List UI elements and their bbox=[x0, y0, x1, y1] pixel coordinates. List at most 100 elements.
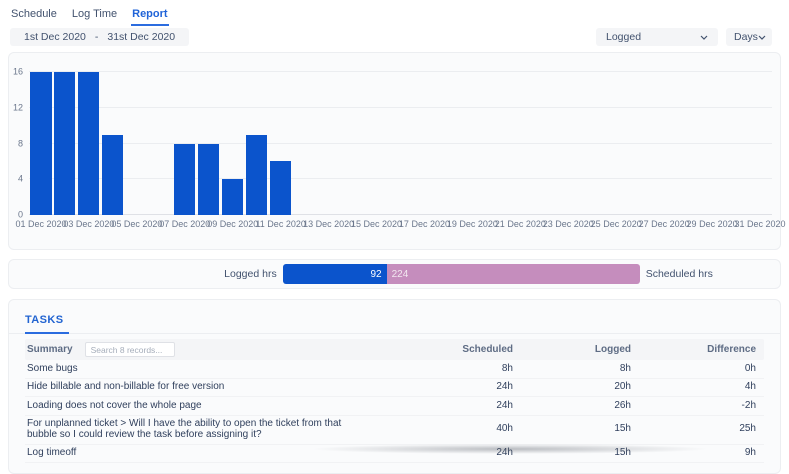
table-row[interactable]: Some bugs8h8h0h bbox=[25, 360, 764, 379]
logged-cell: 20h bbox=[521, 382, 639, 393]
difference-cell: 4h bbox=[639, 382, 764, 393]
bar-slot bbox=[460, 72, 484, 215]
scheduled-cell: 24h bbox=[411, 382, 521, 393]
bar-slot bbox=[628, 72, 652, 215]
y-axis-tick-label: 16 bbox=[13, 68, 23, 77]
x-axis-tick-label: 11 Dec 2020 bbox=[255, 219, 305, 229]
logged-value: 92 bbox=[371, 269, 382, 280]
hours-progress-bar: 92 224 bbox=[283, 264, 640, 284]
y-axis-tick-label: 4 bbox=[18, 175, 23, 184]
table-row[interactable]: Hide billable and non-billable for free … bbox=[25, 379, 764, 398]
column-header-difference: Difference bbox=[639, 344, 764, 355]
bar-slot bbox=[676, 72, 700, 215]
logged-hrs-label: Logged hrs bbox=[224, 268, 277, 280]
bar-slot bbox=[748, 72, 772, 215]
bar-slot bbox=[125, 72, 149, 215]
bar-02 Dec 2020 bbox=[54, 72, 75, 215]
date-range-start: 1st Dec 2020 bbox=[24, 31, 86, 43]
bar-slot bbox=[173, 72, 197, 215]
bar-slot bbox=[245, 72, 269, 215]
x-axis-tick-label: 21 Dec 2020 bbox=[495, 219, 546, 229]
x-axis-tick-label: 09 Dec 2020 bbox=[207, 219, 258, 229]
bar-slot bbox=[652, 72, 676, 215]
task-summary-cell: For unplanned ticket > Will I have the a… bbox=[25, 419, 411, 440]
logged-cell: 8h bbox=[521, 364, 639, 375]
x-axis-tick-label: 27 Dec 2020 bbox=[639, 219, 690, 229]
bar-07 Dec 2020 bbox=[174, 144, 195, 216]
hours-summary-panel: Logged hrs 92 224 Scheduled hrs bbox=[8, 259, 781, 289]
bar-04 Dec 2020 bbox=[102, 135, 123, 215]
bar-03 Dec 2020 bbox=[78, 72, 99, 215]
difference-cell: 25h bbox=[639, 424, 764, 435]
scheduled-cell: 24h bbox=[411, 401, 521, 412]
tab-schedule[interactable]: Schedule bbox=[10, 8, 58, 26]
unit-select[interactable]: Days bbox=[726, 28, 772, 46]
bar-slot bbox=[413, 72, 437, 215]
x-axis-tick-label: 29 Dec 2020 bbox=[687, 219, 738, 229]
x-axis-tick-label: 01 Dec 2020 bbox=[15, 219, 66, 229]
scheduled-cell: 40h bbox=[411, 424, 521, 435]
table-row[interactable]: Log timeoff24h15h9h bbox=[25, 445, 764, 464]
bar-09 Dec 2020 bbox=[222, 179, 243, 215]
metric-select-value: Logged bbox=[606, 31, 641, 43]
bar-slot bbox=[77, 72, 101, 215]
date-range-separator: - bbox=[95, 31, 99, 43]
date-range-picker[interactable]: 1st Dec 2020 - 31st Dec 2020 bbox=[10, 28, 189, 46]
bar-slot bbox=[149, 72, 173, 215]
bar-slot bbox=[724, 72, 748, 215]
tasks-table-header: Summary Scheduled Logged Difference bbox=[25, 339, 764, 360]
search-input[interactable] bbox=[85, 342, 175, 357]
bar-slot bbox=[604, 72, 628, 215]
tab-log-time[interactable]: Log Time bbox=[71, 8, 118, 26]
logged-hours-chart-panel: 0481216 01 Dec 202003 Dec 202005 Dec 202… bbox=[8, 52, 781, 250]
filter-controls: Logged Days bbox=[596, 28, 772, 46]
plot-area: 0481216 bbox=[29, 72, 772, 215]
tasks-panel: TASKS Summary Scheduled Logged Differenc… bbox=[8, 299, 781, 474]
x-axis-tick-label: 19 Dec 2020 bbox=[447, 219, 498, 229]
y-axis-tick-label: 12 bbox=[13, 103, 23, 112]
table-row[interactable]: Loading does not cover the whole page24h… bbox=[25, 397, 764, 416]
tab-report[interactable]: Report bbox=[131, 8, 168, 26]
unit-select-value: Days bbox=[734, 31, 758, 43]
bar-slot bbox=[101, 72, 125, 215]
x-axis-tick-label: 23 Dec 2020 bbox=[543, 219, 594, 229]
logged-segment: 92 bbox=[283, 264, 387, 284]
hours-progress-group: Logged hrs 92 224 Scheduled hrs bbox=[224, 264, 713, 284]
x-axis-labels: 01 Dec 202003 Dec 202005 Dec 202007 Dec … bbox=[29, 219, 772, 230]
scheduled-segment: 224 bbox=[387, 264, 640, 284]
bar-slot bbox=[341, 72, 365, 215]
controls-row: 1st Dec 2020 - 31st Dec 2020 Logged Days bbox=[10, 28, 772, 46]
task-summary-cell: Hide billable and non-billable for free … bbox=[25, 382, 411, 393]
date-range-end: 31st Dec 2020 bbox=[107, 31, 175, 43]
table-row[interactable]: For unplanned ticket > Will I have the a… bbox=[25, 416, 764, 445]
bar-slot bbox=[221, 72, 245, 215]
x-axis-tick-label: 03 Dec 2020 bbox=[63, 219, 114, 229]
logged-cell: 26h bbox=[521, 401, 639, 412]
task-summary-cell: Some bugs bbox=[25, 364, 411, 375]
bar-slot bbox=[389, 72, 413, 215]
x-axis-tick-label: 13 Dec 2020 bbox=[303, 219, 354, 229]
difference-cell: 0h bbox=[639, 364, 764, 375]
column-header-scheduled: Scheduled bbox=[411, 344, 521, 355]
top-tab-bar: Schedule Log Time Report bbox=[0, 0, 789, 26]
x-axis-tick-label: 31 Dec 2020 bbox=[734, 219, 785, 229]
bar-slot bbox=[269, 72, 293, 215]
metric-select[interactable]: Logged bbox=[596, 28, 718, 46]
tab-tasks[interactable]: TASKS bbox=[25, 314, 69, 334]
scheduled-cell: 8h bbox=[411, 364, 521, 375]
bar-slot bbox=[317, 72, 341, 215]
bar-10 Dec 2020 bbox=[246, 135, 267, 215]
x-axis-tick-label: 05 Dec 2020 bbox=[111, 219, 162, 229]
bars-layer bbox=[29, 72, 772, 215]
x-axis-tick-label: 07 Dec 2020 bbox=[159, 219, 210, 229]
bar-01 Dec 2020 bbox=[30, 72, 51, 215]
bar-08 Dec 2020 bbox=[198, 144, 219, 216]
chevron-down-icon bbox=[758, 31, 766, 43]
column-header-logged: Logged bbox=[521, 344, 639, 355]
bar-slot bbox=[365, 72, 389, 215]
bar-slot bbox=[29, 72, 53, 215]
bar-slot bbox=[532, 72, 556, 215]
logged-cell: 15h bbox=[521, 424, 639, 435]
difference-cell: -2h bbox=[639, 401, 764, 412]
bar-slot bbox=[556, 72, 580, 215]
